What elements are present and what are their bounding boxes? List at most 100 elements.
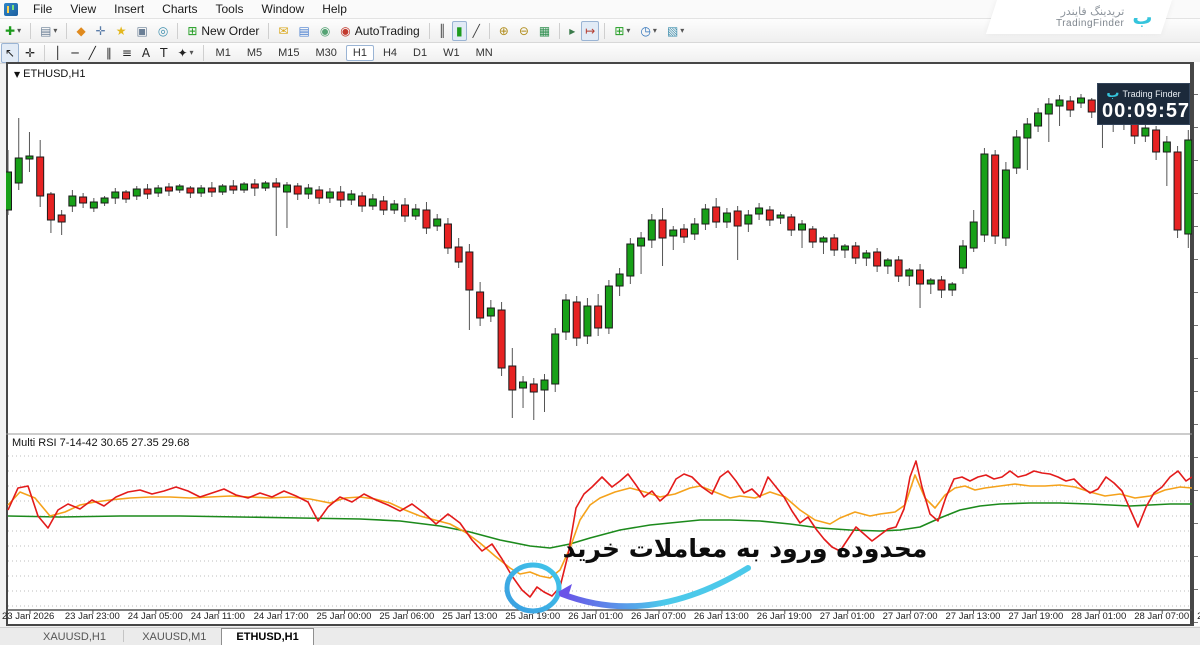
tradingfinder-watermark: تریدینگ فایندر TradingFinder ب — [986, 0, 1172, 34]
chart-tab-xauusd-h1[interactable]: XAUUSD,H1 — [28, 628, 121, 645]
timeframe-d1-button[interactable]: D1 — [406, 45, 434, 61]
menu-view[interactable]: View — [61, 0, 105, 18]
metatrader-logo-icon — [4, 3, 18, 16]
menu-help[interactable]: Help — [313, 0, 356, 18]
menu-items: FileViewInsertChartsToolsWindowHelp — [24, 0, 356, 18]
timeframe-h1-button[interactable]: H1 — [346, 45, 374, 61]
cursor-icon: ↖ — [5, 44, 15, 62]
timeframe-m15-button[interactable]: M15 — [271, 45, 306, 61]
auto-scroll-button[interactable]: ▸ — [565, 21, 579, 41]
toolbar-separator — [268, 23, 269, 39]
market-watch-button[interactable]: ◆ — [72, 21, 89, 41]
zoom-in-button[interactable]: ⊕ — [495, 21, 513, 41]
strategy-tester-button[interactable]: ◎ — [154, 21, 172, 41]
line-chart-button[interactable]: ╱ — [469, 21, 484, 41]
time-axis-label: 24 Jan 17:00 — [254, 611, 309, 622]
new-order-button-label: New Order — [201, 22, 259, 40]
bar-chart-button[interactable]: ║ — [435, 21, 450, 41]
timeframe-m5-button[interactable]: M5 — [240, 45, 269, 61]
menu-insert[interactable]: Insert — [105, 0, 153, 18]
data-window-icon: ✛ — [96, 22, 106, 40]
tradingfinder-logo-icon: ب — [1106, 86, 1119, 101]
time-axis-label: 24 Jan 11:00 — [191, 611, 245, 622]
data-window-button[interactable]: ✛ — [92, 21, 110, 41]
timeframe-w1-button[interactable]: W1 — [436, 45, 467, 61]
crosshair-tool[interactable]: ✛ — [21, 43, 39, 63]
text-tool[interactable]: A — [138, 43, 154, 63]
zoom-in-icon: ⊕ — [499, 22, 509, 40]
navigator-button[interactable]: ★ — [112, 21, 131, 41]
dropdown-caret-icon: ▾ — [626, 22, 630, 40]
time-axis-label: 26 Jan 19:00 — [757, 611, 812, 622]
metaeditor-button[interactable]: ▤ — [294, 21, 313, 41]
time-axis-label: 26 Jan 13:00 — [694, 611, 749, 622]
equidistant-channel-tool[interactable]: ∥ — [102, 43, 116, 63]
dropdown-caret-icon: ▾ — [190, 44, 194, 62]
time-axis-label: 23 Jan 23:00 — [65, 611, 120, 622]
time-axis-label: 27 Jan 07:00 — [883, 611, 938, 622]
time-axis-label: 26 Jan 01:00 — [568, 611, 623, 622]
cursor-tool[interactable]: ↖ — [1, 43, 19, 63]
indicator-label: Multi RSI 7-14-42 30.65 27.35 29.68 — [12, 437, 189, 449]
community-button[interactable]: ◉ — [316, 21, 334, 41]
price-axis — [1192, 62, 1200, 626]
tile-windows-button[interactable]: ▦ — [535, 21, 554, 41]
dropdown-caret-icon: ▾ — [653, 22, 657, 40]
strategy-tester-icon: ◎ — [158, 22, 168, 40]
time-axis-label: 27 Jan 13:00 — [946, 611, 1001, 622]
timeframe-h4-button[interactable]: H4 — [376, 45, 404, 61]
trendline-icon: ╱ — [89, 44, 96, 62]
new-order-icon: ⊞ — [187, 22, 197, 40]
metaeditor-icon: ▤ — [298, 22, 309, 40]
time-axis-label: 28 Jan 01:00 — [1071, 611, 1126, 622]
templates-button[interactable]: ▧▾ — [663, 21, 688, 41]
timeframe-mn-button[interactable]: MN — [469, 45, 500, 61]
profiles-button[interactable]: ▤▾ — [36, 21, 61, 41]
chart-shift-button[interactable]: ↦ — [581, 21, 599, 41]
horizontal-line-tool[interactable]: ─ — [67, 43, 82, 63]
chart-tab-ethusd-h1[interactable]: ETHUSD,H1 — [221, 628, 313, 645]
vertical-line-tool[interactable]: │ — [50, 43, 65, 63]
toolbar-separator — [489, 23, 490, 39]
tile-windows-icon: ▦ — [539, 22, 550, 40]
time-axis-label: 25 Jan 19:00 — [505, 611, 560, 622]
time-axis-label: 24 Jan 05:00 — [128, 611, 183, 622]
navigator-icon: ★ — [116, 22, 127, 40]
trendline-tool[interactable]: ╱ — [85, 43, 100, 63]
line-studies-toolbar: ↖ ✛ │─ ╱ ∥ ≡ AT✦▾ M1M5M15M30H1H4D1W1MN — [0, 43, 1200, 64]
periods-icon: ◷ — [640, 22, 650, 40]
autotrading-button[interactable]: ◉AutoTrading — [336, 21, 423, 41]
buy-entry-annotation-text: محدوده ورود به معاملات خرید — [560, 534, 930, 563]
menu-charts[interactable]: Charts — [153, 0, 206, 18]
timeframe-m1-button[interactable]: M1 — [209, 45, 238, 61]
crosshair-icon: ✛ — [25, 44, 35, 62]
terminal-button[interactable]: ▣ — [133, 21, 152, 41]
time-axis: 23 Jan 202623 Jan 23:0024 Jan 05:0024 Ja… — [6, 611, 1192, 626]
fibonacci-tool[interactable]: ≡ — [118, 43, 136, 63]
periods-button[interactable]: ◷▾ — [636, 21, 661, 41]
envelope-icon-button[interactable]: ✉ — [274, 21, 292, 41]
indicators-button[interactable]: ⊞▾ — [610, 21, 634, 41]
new-chart-button[interactable]: ✚▾ — [1, 21, 25, 41]
dropdown-caret-icon: ▾ — [17, 22, 21, 40]
text-label-tool[interactable]: T — [156, 43, 171, 63]
equidistant-channel-icon: ∥ — [106, 44, 112, 62]
text-icon: A — [142, 44, 150, 62]
chart-tab-bar: XAUUSD,H1│XAUUSD,M1ETHUSD,H1 — [0, 627, 1200, 645]
candlestick-chart-button[interactable]: ▮ — [452, 21, 467, 41]
new-order-button[interactable]: ⊞New Order — [183, 21, 263, 41]
menu-tools[interactable]: Tools — [207, 0, 253, 18]
zoom-out-button[interactable]: ⊖ — [515, 21, 533, 41]
arrows-tool[interactable]: ✦▾ — [173, 43, 197, 63]
menu-window[interactable]: Window — [253, 0, 314, 18]
profiles-icon: ▤ — [40, 22, 51, 40]
market-watch-icon: ◆ — [76, 22, 85, 40]
timeframe-m30-button[interactable]: M30 — [309, 45, 344, 61]
time-axis-label: 25 Jan 13:00 — [442, 611, 497, 622]
new-chart-icon: ✚ — [5, 22, 15, 40]
chart-tab-xauusd-m1[interactable]: XAUUSD,M1 — [127, 628, 221, 645]
chart-symbol-label[interactable]: ▼ETHUSD,H1 — [14, 68, 86, 80]
timer-brand-label: Trading Finder — [1122, 89, 1180, 99]
toolbar-separator — [203, 45, 204, 61]
menu-file[interactable]: File — [24, 0, 61, 18]
